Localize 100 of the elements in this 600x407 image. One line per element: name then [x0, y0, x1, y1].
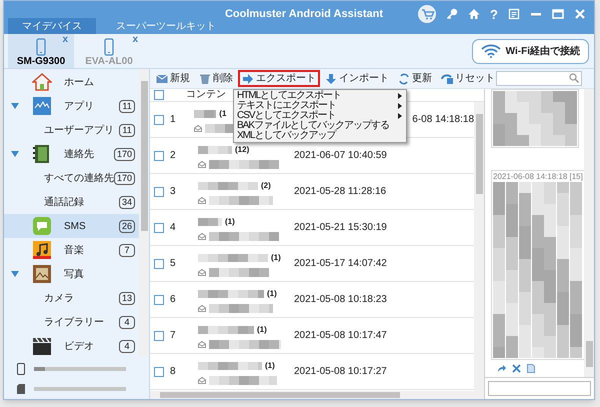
menu-item[interactable]: BAKファイルとしてバックアップする	[234, 121, 406, 131]
date-text: 2021-05-21 15:30:19	[294, 221, 387, 235]
toolbar-button[interactable]: 削除	[195, 70, 237, 87]
refresh-icon	[398, 72, 410, 84]
message-count: (1)	[267, 290, 277, 298]
sidebar-item[interactable]: ユーザーアプリ 11	[4, 118, 140, 142]
wifi-connect-button[interactable]: Wi-Fi経由で接続	[472, 38, 589, 64]
sidebar-item[interactable]: SMS 26	[4, 214, 140, 238]
date-text: 2021-05-28 11:28:16	[294, 185, 386, 199]
checkbox[interactable]	[154, 366, 164, 376]
envelope-icon	[194, 125, 202, 132]
menu-item[interactable]: HTMLとしてエクスポート	[234, 91, 406, 101]
pixelated-text	[198, 182, 258, 190]
toolbar-button[interactable]: リセット	[437, 70, 499, 87]
video-icon	[32, 336, 52, 356]
sidebar-item[interactable]: カメラ 13	[4, 286, 140, 310]
checkbox[interactable]	[154, 222, 164, 232]
down-arrow-icon	[325, 72, 337, 84]
close-icon[interactable]	[512, 364, 521, 373]
sidebar-item[interactable]: 連絡先 170	[4, 142, 140, 166]
toolbar-button[interactable]: エクスポート	[238, 70, 320, 87]
toolbar-button[interactable]: 新規	[152, 70, 194, 87]
row-number: 7	[169, 329, 177, 343]
sidebar-item[interactable]: 音楽 7	[4, 238, 140, 262]
scrollbar[interactable]	[150, 391, 484, 399]
home-icon	[32, 72, 52, 92]
toolbar-button[interactable]: 更新	[394, 70, 436, 87]
expanded-arrow-icon[interactable]	[11, 102, 19, 110]
message-timestamp: 2021-06-08 14:18:18 [15]	[493, 172, 583, 182]
message-count: (1)	[257, 326, 267, 334]
envelope-icon	[198, 341, 206, 348]
count-badge: 13	[119, 292, 136, 304]
scrollbar[interactable]	[474, 102, 484, 391]
checkbox[interactable]	[154, 258, 164, 268]
message-input-field[interactable]	[488, 381, 591, 396]
notepad-icon[interactable]	[508, 8, 520, 20]
maximize-icon[interactable]	[552, 8, 564, 20]
key-icon[interactable]	[446, 8, 458, 20]
checkbox[interactable]	[154, 90, 164, 100]
pixelated-text	[209, 340, 281, 349]
expanded-arrow-icon[interactable]	[11, 270, 19, 278]
checkbox[interactable]	[154, 150, 164, 160]
message-count: (1)	[265, 362, 275, 370]
date-text: 2021-05-08 10:18:23	[294, 293, 387, 307]
menu-item[interactable]: CSVとしてエクスポート	[234, 111, 406, 121]
scrollbar[interactable]	[584, 89, 594, 377]
checkbox[interactable]	[154, 294, 164, 304]
wifi-icon	[480, 44, 501, 58]
sidebar-item[interactable]: アプリ 11	[4, 94, 140, 118]
document-icon[interactable]	[527, 364, 535, 373]
row-number: 2	[169, 149, 177, 163]
count-badge: 34	[119, 196, 136, 208]
phone-icon	[17, 363, 25, 375]
count-badge: 4	[119, 316, 136, 328]
trash-icon	[199, 72, 211, 84]
pixelated-text	[209, 232, 279, 241]
pixelated-text	[198, 146, 232, 154]
menu-item[interactable]: XMLとしてバックアップ	[234, 131, 406, 141]
date-text: 2021-05-08 10:17:27	[294, 365, 387, 379]
expanded-arrow-icon[interactable]	[11, 150, 19, 158]
checkbox[interactable]	[154, 114, 164, 124]
count-badge: 11	[119, 124, 136, 136]
row-number: 6	[169, 293, 177, 307]
row-number: 8	[169, 365, 177, 379]
count-badge: 7	[119, 244, 136, 256]
device-name: EVA-AL00	[85, 57, 133, 67]
menu-item[interactable]: テキストにエクスポート	[234, 101, 406, 111]
reset-icon	[441, 72, 453, 84]
row-number: 3	[169, 185, 177, 199]
sidebar-item[interactable]: 写真	[4, 262, 140, 286]
contacts-icon	[32, 144, 52, 164]
scrollbar[interactable]	[139, 69, 149, 357]
envelope-icon	[198, 377, 206, 384]
row-number: 1	[169, 113, 177, 127]
row-number: 4	[169, 221, 177, 235]
toolbar-button[interactable]: インポート	[321, 70, 393, 87]
forward-icon[interactable]	[497, 364, 506, 373]
search-field[interactable]	[496, 71, 582, 86]
device-tab[interactable]: x EVA-AL00	[74, 34, 144, 68]
message-count: (1)	[271, 254, 281, 262]
sidebar-item[interactable]: ホーム	[4, 70, 140, 94]
date-text: 2021-06-07 10:40:59	[294, 149, 387, 163]
message-count: (2)	[261, 182, 271, 190]
device-tab[interactable]: x SM-G9300	[8, 34, 74, 68]
pixelated-text	[198, 362, 262, 370]
sidebar-item[interactable]: ライブラリー 4	[4, 310, 140, 334]
column-header: コンテン	[186, 90, 226, 100]
row-number: 5	[169, 257, 177, 271]
photos-icon	[32, 264, 52, 284]
cart-icon[interactable]	[418, 5, 436, 23]
home-icon[interactable]	[468, 8, 480, 20]
sidebar-item[interactable]: ビデオ 4	[4, 334, 140, 358]
sd-card-icon	[17, 384, 25, 394]
tab[interactable]: マイデバイス	[8, 18, 96, 34]
sidebar-item[interactable]: 通話記録 34	[4, 190, 140, 214]
checkbox[interactable]	[154, 330, 164, 340]
checkbox[interactable]	[154, 186, 164, 196]
count-badge: 11	[119, 100, 136, 112]
sidebar-item[interactable]: すべての連絡先 170	[4, 166, 140, 190]
close-text[interactable]: x	[132, 35, 138, 45]
